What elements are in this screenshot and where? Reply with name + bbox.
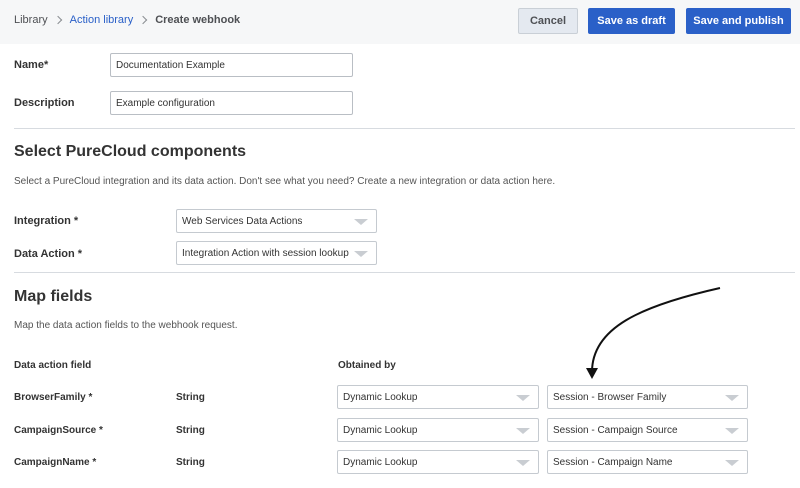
field-type: String	[176, 425, 205, 436]
caret-down-icon	[516, 395, 530, 401]
divider	[14, 272, 795, 273]
lookup-value: Session - Campaign Source	[553, 424, 678, 436]
cancel-button[interactable]: Cancel	[518, 8, 578, 34]
column-header-data-action-field: Data action field	[14, 360, 92, 371]
caret-down-icon	[516, 428, 530, 434]
caret-down-icon	[354, 219, 368, 225]
lookup-value-select[interactable]: Session - Campaign Source	[547, 418, 748, 442]
obtained-by-select[interactable]: Dynamic Lookup	[337, 418, 539, 442]
integration-label: Integration *	[14, 215, 79, 227]
breadcrumb-library[interactable]: Library	[14, 14, 48, 26]
components-section-title: Select PureCloud components	[14, 143, 247, 160]
caret-down-icon	[725, 460, 739, 466]
field-name: BrowserFamily *	[14, 392, 93, 403]
name-label: Name*	[14, 59, 49, 71]
save-and-publish-button[interactable]: Save and publish	[686, 8, 791, 34]
field-type: String	[176, 457, 205, 468]
components-section-description: Select a PureCloud integration and its d…	[14, 176, 556, 187]
chevron-right-icon	[138, 15, 148, 25]
lookup-value: Session - Campaign Name	[553, 456, 673, 468]
obtained-by-select[interactable]: Dynamic Lookup	[337, 450, 539, 474]
breadcrumb-action-library[interactable]: Action library	[70, 14, 134, 26]
data-action-label: Data Action *	[14, 248, 83, 260]
description-field[interactable]: Example configuration	[110, 91, 353, 115]
lookup-value-select[interactable]: Session - Browser Family	[547, 385, 748, 409]
description-label: Description	[14, 97, 75, 109]
caret-down-icon	[725, 395, 739, 401]
field-name: CampaignSource *	[14, 425, 103, 436]
top-bar: Library Action library Create webhook Ca…	[0, 0, 800, 44]
integration-select[interactable]: Web Services Data Actions	[176, 209, 377, 233]
breadcrumb: Library Action library Create webhook	[14, 14, 240, 26]
lookup-value: Session - Browser Family	[553, 391, 667, 403]
lookup-value-select[interactable]: Session - Campaign Name	[547, 450, 748, 474]
obtained-by-value: Dynamic Lookup	[343, 456, 418, 468]
integration-select-value: Web Services Data Actions	[182, 215, 303, 227]
column-header-obtained-by: Obtained by	[338, 360, 396, 371]
obtained-by-select[interactable]: Dynamic Lookup	[337, 385, 539, 409]
obtained-by-value: Dynamic Lookup	[343, 424, 418, 436]
breadcrumb-current: Create webhook	[155, 14, 241, 26]
field-name: CampaignName *	[14, 457, 97, 468]
obtained-by-value: Dynamic Lookup	[343, 391, 418, 403]
chevron-right-icon	[53, 15, 62, 25]
data-action-select-value: Integration Action with session lookup	[182, 247, 349, 259]
data-action-select[interactable]: Integration Action with session lookup	[176, 241, 377, 265]
name-field[interactable]: Documentation Example	[110, 53, 353, 77]
annotation-arrow-icon	[586, 287, 721, 379]
caret-down-icon	[516, 460, 530, 466]
divider	[14, 128, 795, 129]
save-as-draft-button[interactable]: Save as draft	[588, 8, 675, 34]
map-section-description: Map the data action fields to the webhoo…	[14, 320, 238, 331]
caret-down-icon	[354, 251, 368, 257]
map-section-title: Map fields	[14, 288, 93, 305]
caret-down-icon	[725, 428, 739, 434]
field-type: String	[176, 392, 205, 403]
